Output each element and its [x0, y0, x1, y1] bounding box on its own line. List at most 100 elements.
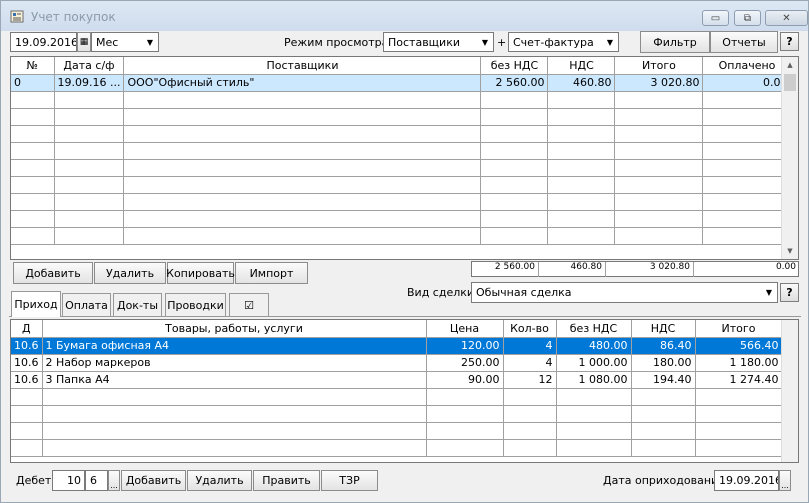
cell-total: 566.40	[695, 337, 783, 355]
calendar-button[interactable]: ▦	[77, 32, 91, 52]
suppliers-table: № Дата с/ф Поставщики без НДС НДС Итого …	[11, 57, 792, 245]
edit-goods-button[interactable]: Править	[253, 470, 320, 491]
empty-row	[11, 405, 783, 423]
col-header-price[interactable]: Цена	[426, 320, 504, 338]
empty-row	[11, 159, 792, 177]
scroll-thumb[interactable]	[784, 74, 796, 91]
table-row[interactable]: 10.6 2 Набор маркеров 250.00 4 1 000.00 …	[11, 354, 783, 372]
col-header-no-vat[interactable]: без НДС	[556, 320, 632, 338]
date-input[interactable]: 19.09.2016	[10, 32, 77, 52]
tab-strip-border	[9, 316, 801, 317]
col-header-total[interactable]: Итого	[614, 57, 704, 75]
empty-row	[11, 142, 792, 160]
table-row[interactable]: 10.6 1 Бумага офисная А4 120.00 4 480.00…	[11, 337, 783, 355]
minimize-icon: ▭	[710, 12, 721, 24]
add-supplier-button[interactable]: Добавить	[13, 262, 93, 284]
total-sum: 3 020.80	[606, 262, 694, 277]
total-no-vat: 2 560.00	[472, 262, 539, 277]
chevron-down-icon: ▼	[477, 33, 493, 51]
debit-lookup-button[interactable]: ...	[108, 470, 120, 491]
suppliers-scrollbar[interactable]: ▲ ▼	[781, 57, 798, 259]
add-goods-button[interactable]: Добавить	[121, 470, 186, 491]
filter-button[interactable]: Фильтр	[640, 31, 710, 53]
table-row[interactable]: 0 19.09.16 ... ООО"Офисный стиль" 2 560.…	[11, 74, 792, 92]
cell-total: 1 180.00	[695, 354, 783, 372]
cell-qty: 4	[503, 337, 557, 355]
help-button[interactable]: ?	[780, 32, 799, 51]
cell-d: 10.6	[11, 354, 43, 372]
col-header-vat[interactable]: НДС	[631, 320, 696, 338]
cell-vat: 460.80	[547, 74, 616, 92]
cell-goods: 2 Набор маркеров	[42, 354, 427, 372]
total-paid: 0.00	[775, 262, 796, 272]
maximize-button[interactable]: ⧉	[734, 10, 761, 26]
table-row[interactable]: 10.6 3 Папка А4 90.00 12 1 080.00 194.40…	[11, 371, 783, 389]
cell-no-vat: 480.00	[556, 337, 632, 355]
close-button[interactable]: ✕	[765, 10, 808, 26]
col-header-invoice-date[interactable]: Дата с/ф	[54, 57, 125, 75]
import-button[interactable]: Импорт	[235, 262, 308, 284]
receipt-date-lookup-button[interactable]: ...	[779, 470, 791, 491]
cell-price: 120.00	[426, 337, 504, 355]
calendar-icon: ▦	[79, 37, 89, 47]
view-mode-select[interactable]: Поставщики ▼	[383, 32, 494, 52]
cell-vat: 180.00	[631, 354, 696, 372]
cell-qty: 12	[503, 371, 557, 389]
window-title: Учет покупок	[31, 10, 116, 24]
tab-check[interactable]: ☑	[229, 293, 269, 316]
col-header-no-vat[interactable]: без НДС	[480, 57, 549, 75]
col-header-vat[interactable]: НДС	[547, 57, 616, 75]
period-select[interactable]: Мес ▼	[91, 32, 159, 52]
cell-no-vat: 1 000.00	[556, 354, 632, 372]
cell-d: 10.6	[11, 337, 43, 355]
plus-label: +	[497, 36, 507, 49]
col-header-goods[interactable]: Товары, работы, услуги	[42, 320, 427, 338]
tzr-button[interactable]: ТЗР	[321, 470, 378, 491]
cell-goods: 3 Папка А4	[42, 371, 427, 389]
receipt-date-input[interactable]: 19.09.2016	[714, 470, 779, 491]
cell-invoice-date: 19.09.16 ...	[54, 74, 125, 92]
totals-row: 2 560.00 460.80 3 020.80 0.00	[471, 261, 799, 277]
delete-supplier-button[interactable]: Удалить	[94, 262, 166, 284]
debit-account-input[interactable]: 10	[52, 470, 85, 491]
col-header-d[interactable]: Д	[11, 320, 43, 338]
tab-postings[interactable]: Проводки	[165, 293, 226, 316]
tab-income[interactable]: Приход	[11, 291, 61, 317]
cell-supplier: ООО"Офисный стиль"	[123, 74, 482, 92]
cell-price: 90.00	[426, 371, 504, 389]
app-icon	[10, 10, 24, 23]
col-header-supplier[interactable]: Поставщики	[123, 57, 482, 75]
copy-button[interactable]: Копировать	[166, 262, 235, 284]
minimize-button[interactable]: ▭	[702, 10, 729, 26]
cell-vat: 194.40	[631, 371, 696, 389]
tab-documents[interactable]: Док-ты	[113, 293, 162, 316]
deal-help-button[interactable]: ?	[780, 283, 799, 302]
view-mode-label: Режим просмотра:	[284, 36, 393, 49]
empty-row	[11, 125, 792, 143]
col-header-qty[interactable]: Кол-во	[503, 320, 557, 338]
maximize-icon: ⧉	[743, 12, 752, 24]
doc-type-select[interactable]: Счет-фактура ▼	[508, 32, 619, 52]
delete-goods-button[interactable]: Удалить	[187, 470, 252, 491]
deal-type-label: Вид сделки	[407, 286, 475, 299]
tab-payment[interactable]: Оплата	[62, 293, 111, 316]
deal-type-select[interactable]: Обычная сделка ▼	[471, 282, 778, 303]
title-bar: Учет покупок ▭ ⧉ ✕	[1, 1, 808, 31]
chevron-down-icon: ▼	[761, 283, 777, 302]
col-header-number[interactable]: №	[11, 57, 55, 75]
goods-grid[interactable]: Д Товары, работы, услуги Цена Кол-во без…	[10, 319, 799, 463]
close-icon: ✕	[782, 12, 791, 24]
cell-total: 3 020.80	[614, 74, 704, 92]
reports-button[interactable]: Отчеты	[710, 31, 778, 53]
suppliers-grid[interactable]: № Дата с/ф Поставщики без НДС НДС Итого …	[10, 56, 799, 260]
cell-no-vat: 1 080.00	[556, 371, 632, 389]
scroll-down-icon[interactable]: ▼	[782, 243, 798, 259]
col-header-total[interactable]: Итого	[695, 320, 783, 338]
col-header-paid[interactable]: Оплачено	[702, 57, 792, 75]
empty-row	[11, 439, 783, 457]
scroll-up-icon[interactable]: ▲	[782, 57, 798, 73]
goods-scrollbar[interactable]	[781, 320, 798, 462]
cell-paid: 0.00	[702, 74, 792, 92]
debit-subaccount-input[interactable]: 6	[85, 470, 108, 491]
cell-no-vat: 2 560.00	[480, 74, 549, 92]
